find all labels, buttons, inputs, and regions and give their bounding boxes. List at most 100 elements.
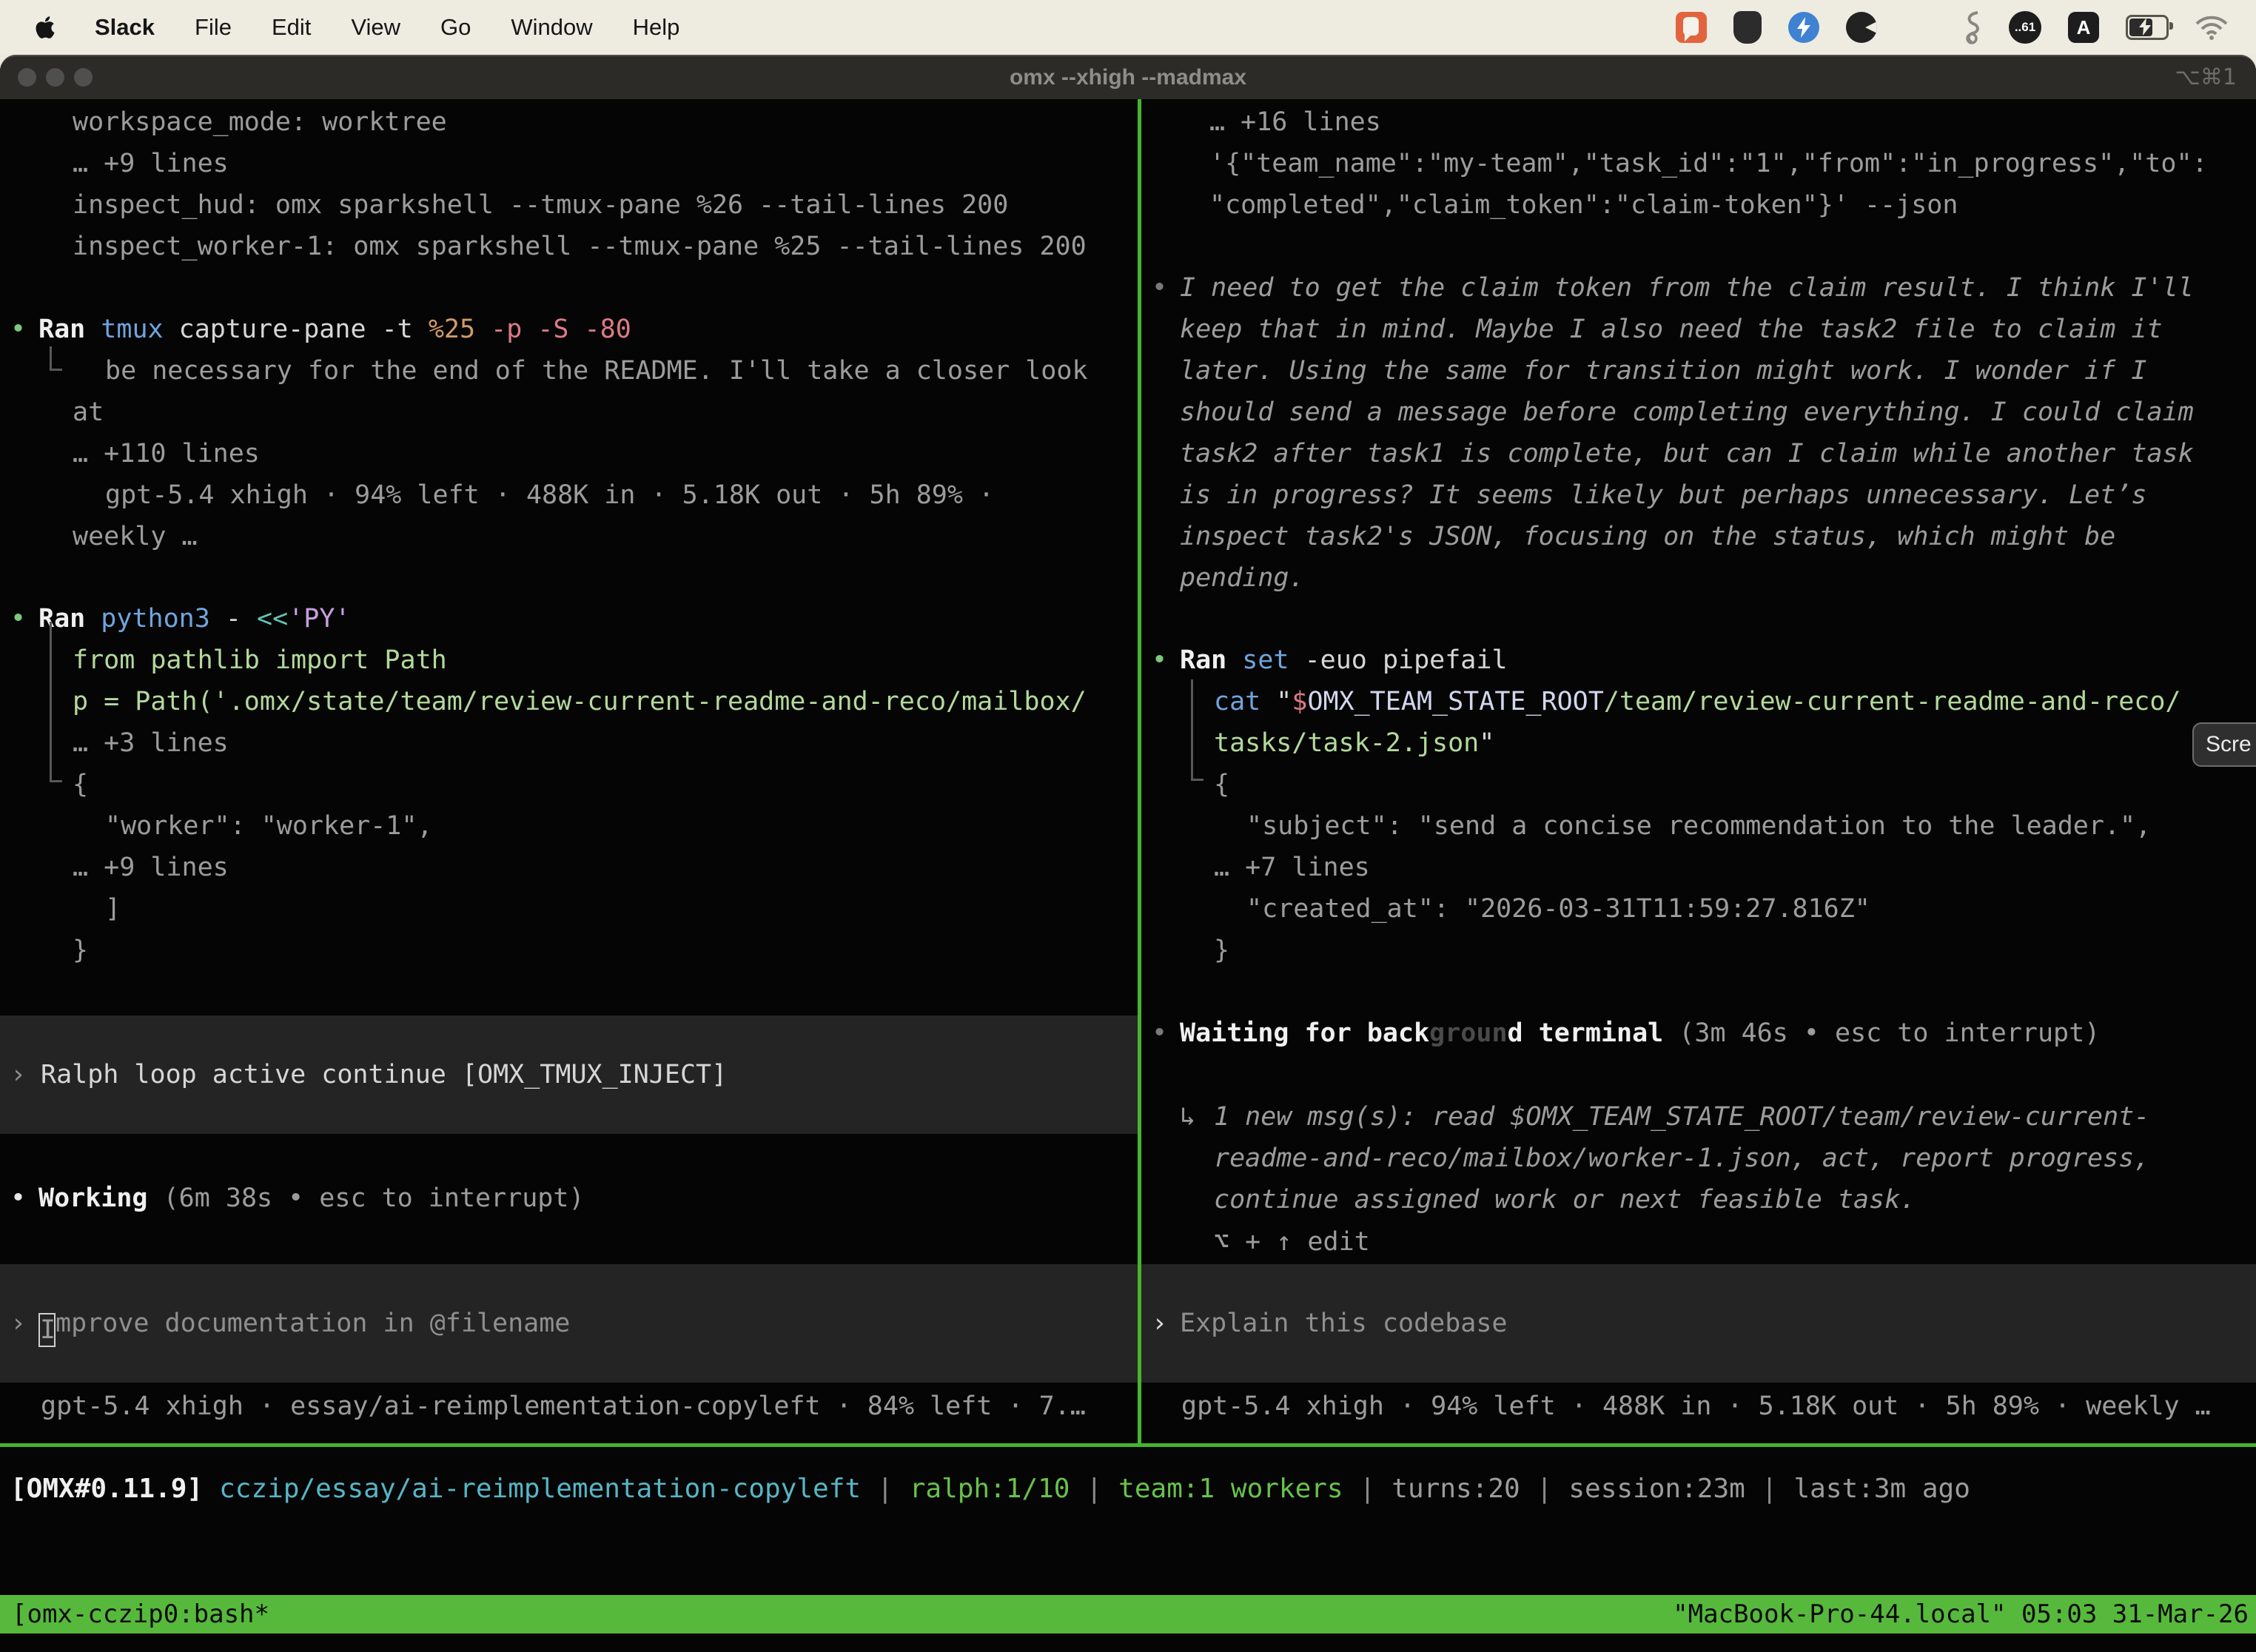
waiting-status: Waiting for background terminal (3m 46s … (1180, 1013, 2100, 1054)
output-tree-guide (1191, 679, 1193, 780)
waiting-label-shimmer: groun (1429, 1018, 1507, 1048)
prompt-chevron-icon: › (1152, 1303, 1167, 1344)
prompt-chevron-icon: › (10, 1303, 26, 1344)
separator: | (1520, 1474, 1569, 1504)
heredoc-tag: 'PY' (288, 604, 350, 634)
waiting-detail: (3m 46s • esc to interrupt) (1663, 1018, 2100, 1048)
ran-label: Ran (1180, 645, 1242, 675)
command-output-line: "worker": "worker-1", (105, 805, 433, 847)
right-pane-status-line: gpt-5.4 xhigh · 94% left · 488K in · 5.1… (1181, 1386, 2211, 1427)
menu-item-window[interactable]: Window (511, 14, 592, 41)
bullet-icon: • (10, 309, 26, 350)
cat-command-line: tasks/task-2.json" (1214, 722, 1494, 764)
command-flags: -p -S -80 (475, 315, 631, 344)
ran-label: Ran (38, 315, 101, 344)
menu-app-name[interactable]: Slack (95, 14, 155, 41)
waiting-label: Waiting for back (1180, 1018, 1429, 1048)
command-output-line: be necessary for the end of the README. … (105, 350, 1088, 392)
omx-session-time: session:23m (1568, 1474, 1745, 1504)
right-log-line: … +16 lines (1209, 101, 1381, 143)
ran-label: Ran (38, 604, 101, 634)
separator: | (1070, 1474, 1118, 1504)
mailbox-note-line: 1 new msg(s): read $OMX_TEAM_STATE_ROOT/… (1214, 1096, 2149, 1138)
omx-version: [OMX#0.11.9] (10, 1474, 219, 1504)
prompt-placeholder-right[interactable]: Explain this codebase (1180, 1303, 1508, 1344)
dollar-sign: $ (1292, 687, 1307, 716)
dots-grid-icon[interactable] (1904, 11, 1936, 44)
omx-team-workers: team:1 workers (1118, 1474, 1343, 1504)
output-tree-guide (50, 622, 52, 782)
command-output-line: weekly … (73, 516, 198, 557)
hook-icon[interactable] (1963, 10, 1982, 44)
env-var: OMX_TEAM_STATE_ROOT (1307, 687, 1603, 716)
chevron-icon: › (10, 1054, 26, 1095)
command-output-line: gpt-5.4 xhigh · 94% left · 488K in · 5.1… (105, 474, 994, 516)
timer-badge-icon[interactable]: ..61 (2009, 11, 2041, 44)
shield-grid-icon[interactable] (1733, 11, 1762, 44)
menu-item-help[interactable]: Help (633, 14, 680, 41)
apple-menu-icon[interactable] (34, 15, 56, 40)
omx-ralph-count: ralph:1/10 (910, 1474, 1070, 1504)
wifi-icon[interactable] (2195, 15, 2228, 40)
menu-item-file[interactable]: File (195, 14, 232, 41)
ran-tmux-command: Ran tmux capture-pane -t %25 -p -S -80 (38, 309, 631, 350)
file-path: /team/review-current-readme-and-reco/ (1604, 687, 2181, 716)
collapsed-lines-indicator: … +7 lines (1214, 847, 1370, 888)
collapsed-lines-indicator: … +110 lines (73, 433, 260, 474)
left-log-line: inspect_hud: omx sparkshell --tmux-pane … (73, 184, 1008, 226)
menu-bar-status-icons: ..61 A (1676, 10, 2256, 44)
command-output-line: at (73, 392, 104, 433)
command-output-line: } (1214, 930, 1229, 971)
window-title: omx --xhigh --madmax (0, 56, 2256, 99)
left-log-line: workspace_mode: worktree (73, 101, 447, 143)
omx-status-line: [OMX#0.11.9]cczip/essay/ai-reimplementat… (10, 1468, 1970, 1510)
menu-item-view[interactable]: View (351, 14, 400, 41)
pie-circle-icon[interactable] (1846, 12, 1877, 43)
code-line: p = Path('.omx/state/team/review-current… (73, 681, 1087, 722)
command-output-line: ] (105, 888, 121, 930)
menu-bar-left: Slack File Edit View Go Window Help (0, 14, 719, 41)
menu-item-go[interactable]: Go (440, 14, 471, 41)
command-arg-pane: %25 (429, 315, 475, 344)
command-name: cat (1214, 687, 1260, 716)
separator: | (1343, 1474, 1392, 1504)
omx-turns: turns:20 (1391, 1474, 1520, 1504)
code-line: from pathlib import Path (73, 639, 447, 681)
menu-item-edit[interactable]: Edit (272, 14, 311, 41)
command-name: set (1242, 645, 1289, 675)
quote: " (1479, 728, 1494, 758)
separator: | (1745, 1474, 1794, 1504)
prompt-placeholder-left[interactable]: Improve documentation in @filename (38, 1303, 570, 1344)
window-shortcut-hint: ⌥⌘1 (2175, 56, 2237, 99)
battery-icon[interactable] (2126, 15, 2169, 40)
command-args: -euo pipefail (1289, 645, 1508, 675)
omx-last-activity: last:3m ago (1793, 1474, 1970, 1504)
bullet-icon: • (1152, 639, 1167, 681)
command-output-line: } (73, 930, 88, 971)
command-output-line: "subject": "send a concise recommendatio… (1246, 805, 2151, 847)
screenshot-overlay[interactable]: Scre (2192, 722, 2256, 767)
chat-app-icon[interactable] (1676, 12, 1707, 43)
bullet-icon: • (10, 598, 26, 639)
thinking-line: is in progress? It seems likely but perh… (1180, 474, 2146, 516)
input-source-icon[interactable]: A (2068, 12, 2099, 43)
separator: | (861, 1474, 910, 1504)
ran-set-command: Ran set -euo pipefail (1180, 639, 1508, 681)
thinking-line: keep that in mind. Maybe I also need the… (1180, 309, 2163, 350)
command-name: python3 (101, 604, 210, 634)
working-label: Working (38, 1183, 148, 1213)
bolt-badge-icon[interactable] (1788, 12, 1819, 43)
command-args: - (210, 604, 257, 634)
waiting-label: d terminal (1508, 1018, 1664, 1048)
output-corner-guide (50, 369, 62, 371)
bullet-icon: • (10, 1178, 26, 1219)
edit-shortcut-hint: ⌥ + ↑ edit (1214, 1221, 1370, 1263)
left-log-line: inspect_worker-1: omx sparkshell --tmux-… (73, 226, 1087, 267)
thinking-line: later. Using the same for transition mig… (1180, 350, 2146, 392)
command-output-line: { (73, 764, 88, 805)
tmux-pane-divider-horizontal[interactable] (0, 1443, 2256, 1447)
collapsed-lines-indicator: … +9 lines (73, 847, 229, 888)
thinking-line: inspect task2's JSON, focusing on the st… (1180, 516, 2115, 557)
tmux-pane-divider-vertical[interactable] (1138, 99, 1141, 1443)
command-args: capture-pane -t (164, 315, 429, 344)
